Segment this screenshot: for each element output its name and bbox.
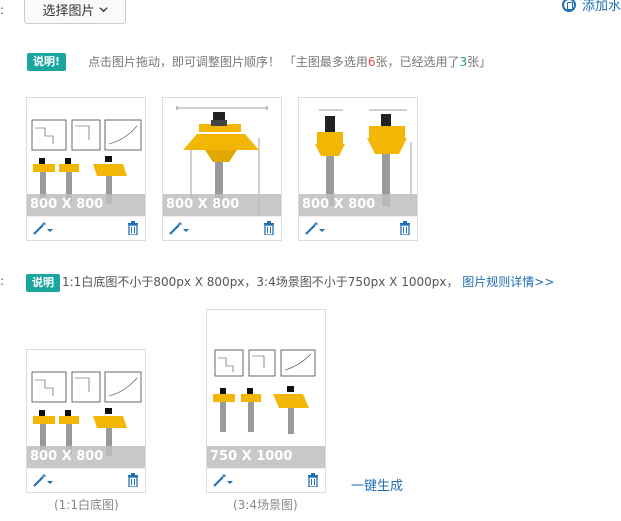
main-image-card-2[interactable]: 800 X 800 (162, 97, 282, 241)
add-watermark-link[interactable]: 添加水 (562, 0, 621, 14)
magic-wand-icon[interactable] (33, 221, 53, 235)
scene-image[interactable]: 750 X 1000 (207, 310, 325, 468)
used-count: 3 (459, 55, 468, 69)
trash-icon[interactable] (127, 221, 139, 235)
note-text-suffix: 张」 (467, 55, 492, 69)
field-colon: : (0, 274, 5, 288)
add-watermark-icon (562, 0, 576, 12)
note-text-mid: 张，已经选用了 (375, 55, 460, 69)
main-image-card-3[interactable]: 800 X 800 (298, 97, 418, 241)
drag-order-note: 点击图片拖动，即可调整图片顺序！ 「主图最多选用6张，已经选用了3张」 (88, 53, 491, 70)
image-size-label: 800 X 800 (27, 446, 145, 468)
magic-wand-icon[interactable] (213, 473, 233, 487)
note-badge: 说明! (27, 53, 67, 71)
trash-icon[interactable] (263, 221, 275, 235)
main-image-1[interactable]: 800 X 800 (27, 98, 145, 216)
main-image-card-1[interactable]: 800 X 800 (26, 97, 146, 241)
scene-caption: (3:4场景图) (233, 498, 298, 512)
image-rules-note: 1:1白底图不小于800px X 800px，3:4场景图不小于750px X … (62, 273, 554, 290)
note-badge: 说明 (26, 274, 60, 292)
trash-icon[interactable] (399, 221, 411, 235)
select-image-label: 选择图片 (42, 3, 95, 19)
white-bg-image-card[interactable]: 800 X 800 (26, 349, 146, 493)
magic-wand-icon[interactable] (305, 221, 325, 235)
image-size-label: 800 X 800 (299, 194, 417, 216)
white-bg-caption: (1:1白底图) (54, 498, 119, 512)
main-image-2[interactable]: 800 X 800 (163, 98, 281, 216)
main-image-3[interactable]: 800 X 800 (299, 98, 417, 216)
trash-icon[interactable] (307, 473, 319, 487)
chevron-down-icon (98, 6, 108, 12)
image-rules-link[interactable]: 图片规则详情>> (462, 275, 554, 289)
image-rules-text: 1:1白底图不小于800px X 800px，3:4场景图不小于750px X … (62, 275, 459, 289)
magic-wand-icon[interactable] (169, 221, 189, 235)
magic-wand-icon[interactable] (33, 473, 53, 487)
image-toolbar (27, 216, 145, 240)
image-toolbar (299, 216, 417, 240)
field-colon: : (0, 3, 5, 17)
white-bg-image[interactable]: 800 X 800 (27, 350, 145, 468)
image-size-label: 800 X 800 (27, 194, 145, 216)
router-bit-set-scene-image (213, 349, 316, 434)
trash-icon[interactable] (127, 473, 139, 487)
image-size-label: 800 X 800 (163, 194, 281, 216)
note-text-prefix: 点击图片拖动，即可调整图片顺序！ 「主图最多选用 (88, 55, 368, 69)
image-toolbar (163, 216, 281, 240)
image-size-label: 750 X 1000 (207, 446, 325, 468)
scene-image-card[interactable]: 750 X 1000 (206, 309, 326, 493)
add-watermark-label: 添加水 (582, 0, 621, 14)
select-image-button[interactable]: 选择图片 (24, 0, 126, 24)
image-toolbar (207, 468, 325, 492)
image-toolbar (27, 468, 145, 492)
one-click-generate-link[interactable]: 一键生成 (351, 475, 403, 494)
